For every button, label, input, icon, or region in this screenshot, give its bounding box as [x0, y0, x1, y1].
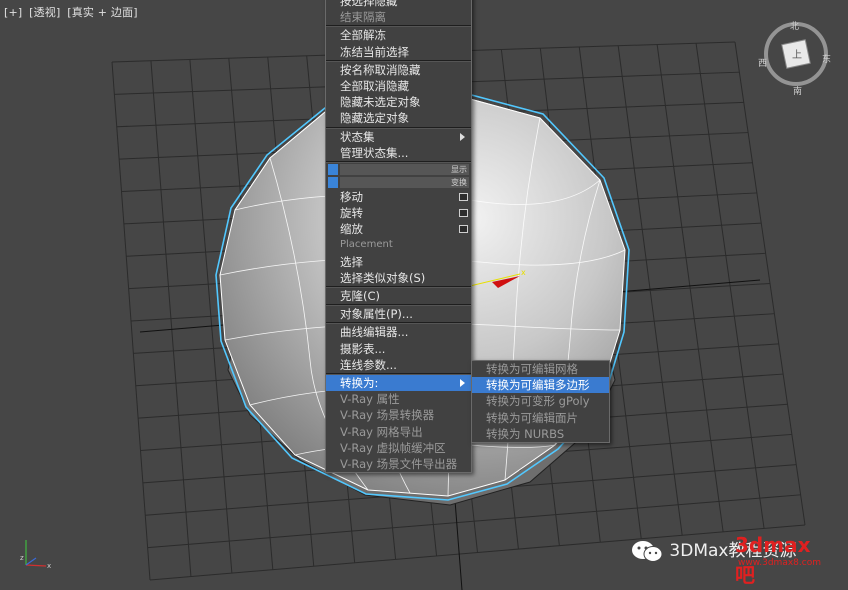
- viewcube-face: 上: [792, 49, 802, 61]
- submenu-arrow-icon: [460, 132, 465, 141]
- quad-context-menu: 按选择隐藏 结束隔离 全部解冻 冻结当前选择 按名称取消隐藏 全部取消隐藏 隐藏…: [325, 0, 472, 474]
- menu-object-properties[interactable]: 对象属性(P)...: [326, 306, 471, 322]
- viewcube-east: 东: [822, 53, 831, 65]
- grid-line: [734, 41, 806, 526]
- svg-text:z: z: [20, 554, 24, 562]
- menu-unhide-by-name[interactable]: 按名称取消隐藏: [326, 62, 471, 78]
- options-box-icon[interactable]: [459, 209, 468, 218]
- viewport-pov-menu[interactable]: [透视]: [29, 6, 60, 19]
- menu-placement[interactable]: Placement: [326, 237, 471, 253]
- options-box-icon[interactable]: [459, 225, 468, 234]
- svg-text:x: x: [521, 268, 526, 277]
- axis-tripod-icon: z x: [20, 540, 51, 570]
- menu-vray-properties[interactable]: V-Ray 属性: [326, 391, 471, 407]
- viewport-label[interactable]: [+] [透视] [真实 + 边面]: [4, 4, 141, 20]
- menu-convert-to[interactable]: 转换为:: [326, 374, 471, 392]
- convert-to-submenu: 转换为可编辑网格 转换为可编辑多边形 转换为可变形 gPoly 转换为可编辑面片…: [471, 360, 610, 443]
- menu-rotate[interactable]: 旋转: [326, 205, 471, 221]
- menu-vray-scene-exporter[interactable]: V-Ray 场景文件导出器: [326, 456, 471, 472]
- menu-wire-parameters[interactable]: 连线参数...: [326, 357, 471, 373]
- grid-line: [617, 45, 683, 536]
- menu-unfreeze-all[interactable]: 全部解冻: [326, 27, 471, 43]
- menu-vray-frame-buffer[interactable]: V-Ray 虚拟帧缓冲区: [326, 440, 471, 456]
- menu-hide-unselected[interactable]: 隐藏未选定对象: [326, 94, 471, 110]
- submenu-arrow-icon: [460, 378, 465, 387]
- options-box-icon[interactable]: [459, 192, 468, 201]
- menu-clone[interactable]: 克隆(C): [326, 288, 471, 304]
- wechat-icon: [632, 541, 663, 562]
- viewcube-south: 南: [793, 85, 802, 97]
- menu-vray-mesh-export[interactable]: V-Ray 网格导出: [326, 424, 471, 440]
- quad-title-display-label: 显示: [451, 164, 467, 174]
- menu-convert-to-label: 转换为:: [340, 375, 379, 390]
- menu-select[interactable]: 选择: [326, 254, 471, 270]
- menu-move[interactable]: 移动: [326, 189, 471, 205]
- menu-select-similar[interactable]: 选择类似对象(S): [326, 270, 471, 286]
- menu-move-label: 移动: [340, 189, 363, 204]
- menu-manage-state-sets[interactable]: 管理状态集...: [326, 145, 471, 161]
- menu-state-sets[interactable]: 状态集: [326, 129, 471, 145]
- viewcube-west: 西: [758, 58, 767, 69]
- menu-scale[interactable]: 缩放: [326, 221, 471, 237]
- menu-unhide-all[interactable]: 全部取消隐藏: [326, 78, 471, 94]
- viewport-plus-menu[interactable]: [+]: [4, 6, 22, 19]
- quad-title-display[interactable]: 显示: [326, 163, 471, 176]
- quad-title-transform[interactable]: 变换: [326, 176, 471, 189]
- menu-curve-editor[interactable]: 曲线编辑器...: [326, 324, 471, 340]
- menu-hide-selected[interactable]: 隐藏选定对象: [326, 110, 471, 126]
- submenu-convert-editable-mesh[interactable]: 转换为可编辑网格: [472, 361, 609, 377]
- menu-freeze-selection[interactable]: 冻结当前选择: [326, 44, 471, 60]
- quad-title-bar: [340, 176, 469, 188]
- submenu-convert-nurbs[interactable]: 转换为 NURBS: [472, 426, 609, 442]
- viewcube-north: 北: [790, 21, 799, 32]
- quad-color-swatch: [328, 163, 338, 175]
- menu-state-sets-label: 状态集: [340, 129, 375, 144]
- quad-title-transform-label: 变换: [451, 177, 467, 187]
- menu-end-isolate[interactable]: 结束隔离: [326, 9, 471, 25]
- menu-rotate-label: 旋转: [340, 206, 363, 221]
- watermark-url: www.3dmax8.com: [738, 558, 821, 568]
- menu-vray-scene-converter[interactable]: V-Ray 场景转换器: [326, 407, 471, 423]
- quad-color-swatch: [328, 176, 338, 188]
- menu-dope-sheet[interactable]: 摄影表...: [326, 341, 471, 357]
- viewport-shading-menu[interactable]: [真实 + 边面]: [67, 6, 138, 19]
- viewcube[interactable]: 上 北 南 东 西: [758, 21, 831, 97]
- submenu-convert-deformable-gpoly[interactable]: 转换为可变形 gPoly: [472, 393, 609, 409]
- menu-scale-label: 缩放: [340, 222, 363, 237]
- submenu-convert-editable-patch[interactable]: 转换为可编辑面片: [472, 410, 609, 426]
- watermark: 3DMax教程资源 3dmax吧 www.3dmax8.com: [630, 533, 821, 587]
- grid-line: [695, 43, 765, 529]
- quad-title-bar: [340, 163, 469, 175]
- submenu-convert-editable-poly[interactable]: 转换为可编辑多边形: [472, 377, 609, 394]
- menu-hide-selection[interactable]: 按选择隐藏: [326, 0, 471, 9]
- svg-text:x: x: [47, 562, 51, 570]
